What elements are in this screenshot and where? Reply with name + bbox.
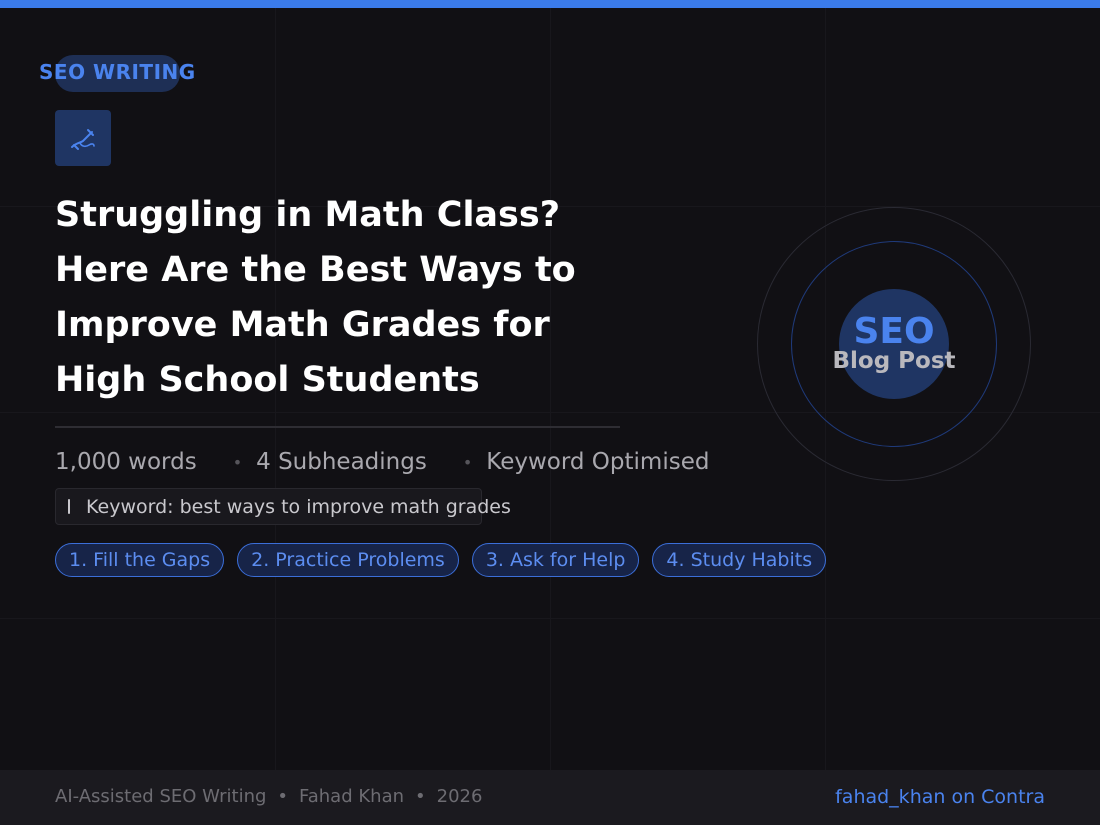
keyword-box: Keyword: best ways to improve math grade… bbox=[55, 488, 511, 525]
footer-separator: • bbox=[277, 786, 289, 807]
meta-separator: • bbox=[462, 452, 473, 472]
footer-separator: • bbox=[415, 786, 426, 807]
footer-credits: AI-Assisted SEO Writing • Fahad Khan • 2026 bbox=[55, 786, 482, 807]
title-divider bbox=[55, 426, 620, 428]
badge-title: SEO bbox=[853, 311, 935, 352]
subheading-chip: 3. Ask for Help bbox=[471, 543, 640, 577]
page-title: Struggling in Math Class? Here Are the B… bbox=[55, 188, 655, 408]
category-tag-label: SEO WRITING bbox=[39, 60, 196, 84]
subheading-chip: 4. Study Habits bbox=[652, 543, 827, 577]
title-line: High School Students bbox=[55, 360, 480, 400]
subheading-chip: 1. Fill the Gaps bbox=[55, 543, 225, 577]
meta-separator: • bbox=[232, 452, 243, 472]
footer-author: Fahad Khan bbox=[299, 786, 405, 807]
title-line: Here Are the Best Ways to bbox=[55, 250, 576, 290]
writing-hand-icon bbox=[55, 110, 111, 166]
footer-year: 2026 bbox=[436, 786, 483, 807]
title-line: Struggling in Math Class? bbox=[55, 195, 561, 235]
subheading-chip: 2. Practice Problems bbox=[237, 543, 459, 577]
accent-top-bar bbox=[0, 0, 1100, 8]
subheading-count: 4 Subheadings bbox=[256, 449, 427, 475]
contra-profile-link[interactable]: fahad_khan on Contra bbox=[835, 786, 1045, 808]
keyword-text: Keyword: best ways to improve math grade… bbox=[86, 495, 511, 518]
word-count: 1,000 words bbox=[55, 449, 197, 475]
document-icon bbox=[68, 499, 70, 514]
footer-service: AI-Assisted SEO Writing bbox=[55, 786, 267, 807]
badge-subtitle: Blog Post bbox=[832, 348, 956, 374]
meta-row: 1,000 words • 4 Subheadings • Keyword Op… bbox=[55, 445, 709, 479]
subheading-chips: 1. Fill the Gaps 2. Practice Problems 3.… bbox=[55, 543, 827, 577]
keyword-optimised-label: Keyword Optimised bbox=[486, 449, 710, 475]
title-line: Improve Math Grades for bbox=[55, 305, 550, 345]
